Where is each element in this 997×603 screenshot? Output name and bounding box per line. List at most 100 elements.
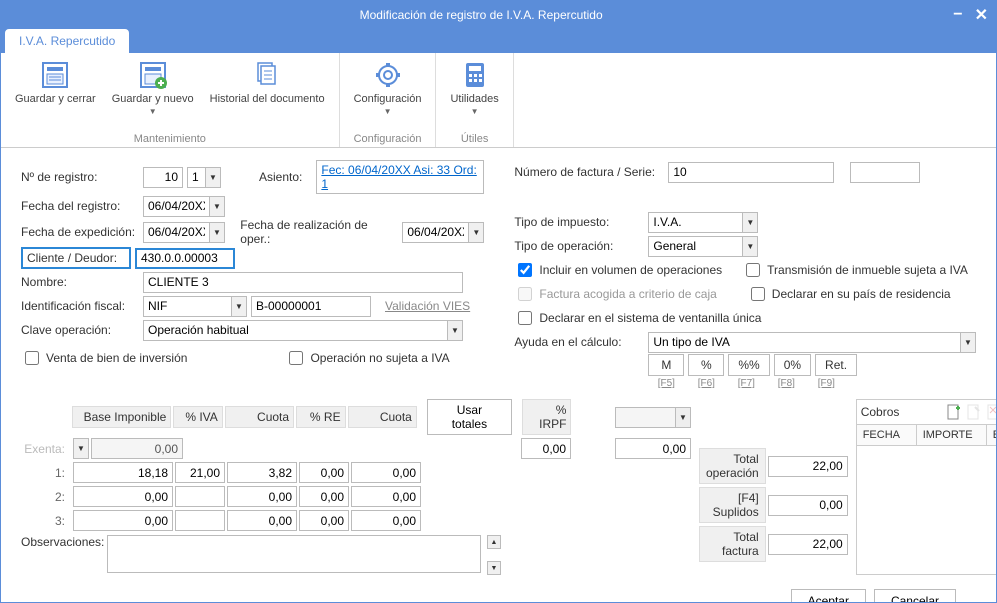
cobros-panel: Cobros FECHA IMPORTE E [856, 399, 996, 575]
nregistro-input[interactable] [143, 167, 183, 188]
save-close-icon [39, 59, 71, 91]
grid-header-pctiva: % IVA [173, 406, 223, 428]
incluir-volumen-checkbox[interactable]: Incluir en volumen de operaciones [514, 260, 722, 280]
cobros-col-importe: IMPORTE [917, 425, 987, 445]
row1-pctiva[interactable] [175, 462, 225, 483]
row3-pctre[interactable] [299, 510, 349, 531]
claveop-input[interactable] [143, 320, 447, 341]
transmision-inmueble-checkbox[interactable]: Transmisión de inmueble sujeta a IVA [742, 260, 968, 280]
fecha-registro-dropdown[interactable]: ▼ [209, 196, 225, 217]
grid-header-pctre: % RE [296, 406, 346, 428]
tipoop-label: Tipo de operación: [514, 239, 644, 253]
row2-cuota2[interactable] [351, 486, 421, 507]
irpf-val-input[interactable] [521, 438, 571, 459]
grid-header-pctirpf: % IRPF [522, 399, 572, 435]
ayuda-calc-dropdown[interactable]: ▼ [960, 332, 976, 353]
edit-doc-icon[interactable] [966, 404, 982, 420]
row3-pctiva[interactable] [175, 510, 225, 531]
ribbon-group-utiles: Utilidades ▼ Útiles [436, 53, 513, 147]
irpf-combo-dropdown: ▼ [675, 407, 691, 428]
historial-documento-button[interactable]: Historial del documento [206, 57, 329, 131]
row3-cuota2[interactable] [351, 510, 421, 531]
calc-0pct-button[interactable]: 0% [774, 354, 811, 376]
titlebar: Modificación de registro de I.V.A. Reper… [1, 1, 996, 29]
row1-pctre[interactable] [299, 462, 349, 483]
claveop-label: Clave operación: [21, 323, 139, 337]
nregistro2-dropdown[interactable]: ▼ [205, 167, 221, 188]
idfiscal-tipo-dropdown[interactable]: ▼ [231, 296, 247, 317]
utilidades-button[interactable]: Utilidades ▼ [446, 57, 502, 131]
fecha-registro-input[interactable] [143, 196, 209, 217]
calc-ret-button[interactable]: Ret. [815, 354, 857, 376]
history-doc-icon [251, 59, 283, 91]
observaciones-textarea[interactable] [107, 535, 481, 573]
exenta-dropdown[interactable]: ▼ [73, 438, 89, 459]
numfactura-input[interactable] [668, 162, 834, 183]
op-no-sujeta-checkbox[interactable]: Operación no sujeta a IVA [285, 348, 449, 368]
tipoop-input[interactable] [648, 236, 742, 257]
guardar-nuevo-button[interactable]: Guardar y nuevo ▼ [108, 57, 198, 131]
suplidos-value[interactable] [768, 495, 848, 516]
obs-up-button[interactable]: ▲ [487, 535, 501, 549]
grid-header-cuota2: Cuota [348, 406, 417, 428]
minimize-button[interactable]: − [953, 6, 962, 24]
ribbon-group-configuracion: Configuración ▼ Configuración [340, 53, 437, 147]
calc-pctpct-button[interactable]: %% [728, 354, 769, 376]
close-button[interactable]: ✕ [975, 5, 988, 25]
tab-iva-repercutido[interactable]: I.V.A. Repercutido [5, 29, 129, 53]
fecha-real-dropdown[interactable]: ▼ [468, 222, 484, 243]
declarar-ventanilla-checkbox[interactable]: Declarar en el sistema de ventanilla úni… [514, 308, 761, 328]
asiento-link[interactable]: Fec: 06/04/20XX Asi: 33 Ord: 1 [316, 160, 484, 194]
tipoimp-input[interactable] [648, 212, 742, 233]
add-doc-icon[interactable] [946, 404, 962, 420]
row1-cuota[interactable] [227, 462, 297, 483]
obs-down-button[interactable]: ▼ [487, 561, 501, 575]
row1-cuota2[interactable] [351, 462, 421, 483]
configuracion-button[interactable]: Configuración ▼ [350, 57, 426, 131]
total-operacion-value[interactable] [768, 456, 848, 477]
row2-pctiva[interactable] [175, 486, 225, 507]
declarar-pais-checkbox[interactable]: Declarar en su país de residencia [747, 284, 951, 304]
fecha-real-input[interactable] [402, 222, 468, 243]
chevron-down-icon: ▼ [384, 107, 392, 116]
row2-cuota[interactable] [227, 486, 297, 507]
row1-base[interactable] [73, 462, 173, 483]
calc-pct-button[interactable]: % [688, 354, 724, 376]
gear-icon [372, 59, 404, 91]
row2-pctre[interactable] [299, 486, 349, 507]
exenta-base [91, 438, 183, 459]
row2-base[interactable] [73, 486, 173, 507]
cobros-col-e: E [987, 425, 996, 445]
validacion-vies-link[interactable]: Validación VIES [385, 299, 470, 313]
suplidos-label: [F4] Suplidos [699, 487, 766, 523]
fecha-registro-label: Fecha del registro: [21, 199, 139, 213]
aceptar-button[interactable]: Aceptar [791, 589, 866, 602]
calc-hint-f9: [F9] [808, 378, 844, 389]
fecha-exp-dropdown[interactable]: ▼ [209, 222, 225, 243]
tipoimp-dropdown[interactable]: ▼ [742, 212, 758, 233]
tipoop-dropdown[interactable]: ▼ [742, 236, 758, 257]
calc-m-button[interactable]: M [648, 354, 684, 376]
serie-input[interactable] [850, 162, 920, 183]
ayuda-calc-input[interactable] [648, 332, 960, 353]
venta-bien-checkbox[interactable]: Venta de bien de inversión [21, 348, 187, 368]
nombre-input[interactable] [143, 272, 463, 293]
row1-label: 1: [21, 466, 71, 480]
save-new-icon [137, 59, 169, 91]
irpf-cuota-input[interactable] [615, 438, 691, 459]
delete-doc-icon[interactable] [986, 404, 996, 420]
nombre-label: Nombre: [21, 275, 139, 289]
row3-cuota[interactable] [227, 510, 297, 531]
cancelar-button[interactable]: Cancelar [874, 589, 956, 602]
fecha-exp-input[interactable] [143, 222, 209, 243]
idfiscal-tipo-input[interactable] [143, 296, 231, 317]
usar-totales-button[interactable]: Usar totales [427, 399, 512, 435]
row3-base[interactable] [73, 510, 173, 531]
total-factura-value[interactable] [768, 534, 848, 555]
window-title: Modificación de registro de I.V.A. Reper… [9, 8, 953, 22]
claveop-dropdown[interactable]: ▼ [447, 320, 463, 341]
cliente-input[interactable] [135, 248, 235, 269]
guardar-cerrar-button[interactable]: Guardar y cerrar [11, 57, 100, 131]
idfiscal-num-input[interactable] [251, 296, 371, 317]
nregistro2-input[interactable] [187, 167, 205, 188]
